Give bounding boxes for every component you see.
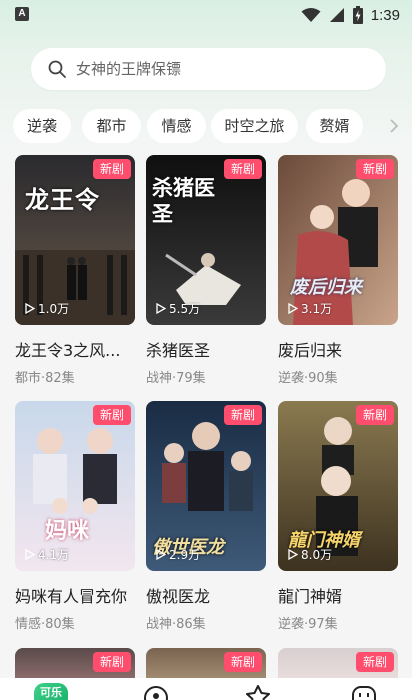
drama-poster[interactable]: 废后归来 新剧 3.1万: [278, 155, 398, 325]
drama-title[interactable]: 龙王令3之风...: [15, 337, 135, 361]
clock: 1:39: [370, 6, 400, 24]
drama-meta: 逆袭·90集: [278, 371, 338, 386]
new-badge: 新剧: [92, 159, 131, 179]
drama-meta: 战神·79集: [146, 371, 206, 386]
drama-title[interactable]: 杀猪医圣: [146, 337, 266, 361]
drama-poster[interactable]: 妈咪 新剧 4.1万: [15, 401, 135, 571]
drama-poster[interactable]: 龍门神婿 新剧 8.0万: [278, 401, 398, 571]
search-bar[interactable]: [31, 48, 386, 90]
drama-poster-partial[interactable]: 新剧: [146, 648, 266, 678]
home-icon[interactable]: 可乐: [34, 683, 68, 700]
play-icon: [288, 303, 298, 314]
view-count: 8.0万: [288, 546, 332, 563]
new-badge: 新剧: [223, 652, 262, 672]
drama-card[interactable]: 龙王令 新剧 1.0万 龙王令3之风... 都市·82集: [15, 155, 135, 386]
category-chip-qinggan[interactable]: 情感: [147, 109, 206, 143]
new-badge: 新剧: [92, 405, 131, 425]
view-count: 4.1万: [25, 546, 69, 563]
drama-card[interactable]: 废后归来 新剧 3.1万 废后归来 逆袭·90集: [278, 155, 398, 386]
status-bar-right: 1:39: [301, 5, 400, 25]
drama-poster[interactable]: 杀猪医圣 新剧 5.5万: [146, 155, 266, 325]
cellular-signal-icon: [329, 8, 344, 22]
new-badge: 新剧: [355, 405, 394, 425]
play-icon: [25, 549, 35, 560]
status-bar: A 1:39: [0, 0, 412, 30]
search-icon: [48, 60, 66, 78]
view-count-label: 5.5万: [169, 302, 201, 316]
play-icon: [25, 303, 35, 314]
category-chip-zhuixu[interactable]: 赘婿: [306, 109, 363, 143]
drama-meta: 逆袭·97集: [278, 617, 338, 632]
drama-poster[interactable]: 傲世医龙 新剧 2.9万: [146, 401, 266, 571]
view-count: 5.5万: [156, 300, 200, 317]
view-count-label: 1.0万: [38, 302, 70, 316]
poster-title-art: 杀猪医圣: [152, 176, 215, 226]
view-count-label: 3.1万: [301, 302, 333, 316]
category-chip-shikong[interactable]: 时空之旅: [211, 109, 298, 143]
drama-card[interactable]: 杀猪医圣 新剧 5.5万 杀猪医圣 战神·79集: [146, 155, 266, 386]
play-icon: [156, 549, 166, 560]
discover-icon[interactable]: [136, 678, 176, 700]
drama-poster[interactable]: 龙王令 新剧 1.0万: [15, 155, 135, 325]
drama-meta: 战神·86集: [146, 617, 206, 632]
poster-title-art: 妈咪: [45, 519, 90, 544]
play-icon: [156, 303, 166, 314]
drama-card[interactable]: 妈咪 新剧 4.1万 妈咪有人冒充你 情感·80集: [15, 401, 135, 632]
category-chip-row: 逆袭 都市 情感 时空之旅 赘婿: [13, 109, 412, 143]
view-count-label: 2.9万: [169, 548, 201, 562]
poster-title-art: 废后归来: [290, 277, 362, 298]
new-badge: 新剧: [355, 652, 394, 672]
drama-card[interactable]: 傲世医龙 新剧 2.9万 傲视医龙 战神·86集: [146, 401, 266, 632]
drama-title[interactable]: 妈咪有人冒充你: [15, 583, 135, 607]
new-badge: 新剧: [92, 652, 131, 672]
drama-title[interactable]: 龍门神婿: [278, 583, 398, 607]
category-chip-dushi[interactable]: 都市: [82, 109, 141, 143]
drama-meta: 都市·82集: [15, 371, 75, 386]
profile-icon[interactable]: [344, 678, 384, 700]
new-badge: 新剧: [355, 159, 394, 179]
chevron-right-icon[interactable]: [387, 117, 401, 135]
battery-charging-icon: [352, 6, 363, 24]
play-icon: [288, 549, 298, 560]
view-count: 2.9万: [156, 546, 200, 563]
wifi-icon: [301, 8, 321, 22]
drama-card[interactable]: 龍门神婿 新剧 8.0万 龍门神婿 逆袭·97集: [278, 401, 398, 632]
app-notification-icon: A: [15, 7, 29, 21]
drama-poster-partial[interactable]: 新剧: [15, 648, 135, 678]
view-count-label: 4.1万: [38, 548, 70, 562]
view-count-label: 8.0万: [301, 548, 333, 562]
new-badge: 新剧: [223, 159, 262, 179]
favorites-icon[interactable]: [238, 678, 278, 700]
category-chip-nixi[interactable]: 逆袭: [13, 109, 71, 143]
search-input[interactable]: [76, 60, 356, 78]
new-badge: 新剧: [223, 405, 262, 425]
drama-title[interactable]: 傲视医龙: [146, 583, 266, 607]
drama-meta: 情感·80集: [15, 617, 75, 632]
drama-poster-partial[interactable]: 新剧: [278, 648, 398, 678]
view-count: 3.1万: [288, 300, 332, 317]
poster-title-art: 龙王令: [25, 186, 100, 214]
view-count: 1.0万: [25, 300, 69, 317]
drama-title[interactable]: 废后归来: [278, 337, 398, 361]
